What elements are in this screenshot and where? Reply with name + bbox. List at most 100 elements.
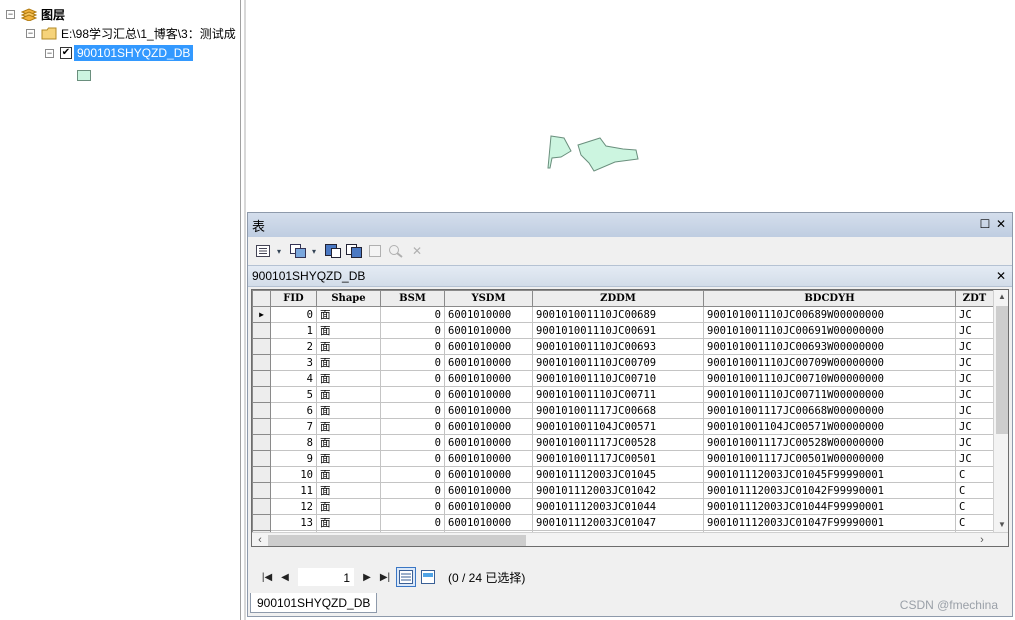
current-record-input[interactable]: 1 [298,568,354,586]
cell-ysdm[interactable]: 6001010000 [444,402,533,419]
select-by-attributes-icon[interactable] [324,242,342,260]
column-header-fid[interactable]: FID [270,290,317,307]
cell-bdcdyh[interactable]: 900101112003JC01042F99990001 [703,482,956,499]
table-row[interactable]: 4 面 0 6001010000 900101001110JC00710 90010100… [252,370,994,387]
cell-zdt[interactable]: JC [955,322,994,339]
cell-fid[interactable]: 2 [270,338,317,355]
toc-layer-row[interactable]: − ✔ 900101SHYQZD_DB [45,44,194,62]
cell-zddm[interactable]: 900101001104JC00571 [532,418,704,435]
cell-shape[interactable]: 面 [316,450,381,467]
toc-root-row[interactable]: − 图层 [6,5,65,23]
scroll-right-icon[interactable]: › [974,533,990,546]
cell-zdt[interactable]: C [955,482,994,499]
cell-ysdm[interactable]: 6001010000 [444,370,533,387]
cell-bdcdyh[interactable]: 900101001110JC00709W00000000 [703,354,956,371]
horizontal-scrollbar[interactable]: ‹ › [252,532,1008,546]
cell-zdt[interactable]: JC [955,402,994,419]
cell-zdt[interactable]: JC [955,418,994,435]
cell-fid[interactable]: 8 [270,434,317,451]
column-header-shape[interactable]: Shape [316,290,381,307]
table-options-icon[interactable] [254,242,272,260]
vertical-scroll-thumb[interactable] [996,306,1008,434]
table-row[interactable]: ▶ 0 面 0 6001010000 900101001110JC00689 9001010… [252,306,994,323]
cell-bdcdyh[interactable]: 900101001117JC00668W00000000 [703,402,956,419]
cell-bdcdyh[interactable]: 900101001110JC00689W00000000 [703,306,956,323]
cell-bsm[interactable]: 0 [380,466,445,483]
table-row[interactable]: 5 面 0 6001010000 900101001110JC00711 90010100… [252,386,994,403]
table-row[interactable]: 13 面 0 6001010000 900101112003JC01047 9001011… [252,514,994,531]
row-selector[interactable] [252,434,271,451]
cell-bdcdyh[interactable]: 900101112003JC01044F99990001 [703,498,956,515]
scroll-up-icon[interactable]: ▲ [994,290,1008,304]
collapse-icon[interactable]: − [45,48,54,58]
close-icon[interactable]: ✕ [994,217,1008,231]
next-record-icon[interactable]: ▶ [358,568,376,586]
scroll-left-icon[interactable]: ‹ [252,533,268,546]
table-row[interactable]: 8 面 0 6001010000 900101001117JC00528 90010100… [252,434,994,451]
cell-shape[interactable]: 面 [316,306,381,323]
cell-shape[interactable]: 面 [316,434,381,451]
row-selector[interactable] [252,370,271,387]
cell-zddm[interactable]: 900101001110JC00711 [532,386,704,403]
table-row[interactable]: 12 面 0 6001010000 900101112003JC01044 9001011… [252,498,994,515]
column-header-ysdm[interactable]: YSDM [444,290,533,307]
cell-ysdm[interactable]: 6001010000 [444,498,533,515]
cell-zdt[interactable]: JC [955,386,994,403]
cell-ysdm[interactable]: 6001010000 [444,450,533,467]
cell-bdcdyh[interactable]: 900101001110JC00691W00000000 [703,322,956,339]
cell-zddm[interactable]: 900101112003JC01047 [532,514,704,531]
show-selected-records-icon[interactable] [418,567,438,587]
cell-zdt[interactable]: JC [955,338,994,355]
collapse-icon[interactable]: − [6,9,15,19]
table-row[interactable]: 1 面 0 6001010000 900101001110JC00691 90010100… [252,322,994,339]
cell-fid[interactable]: 13 [270,514,317,531]
table-bottom-tab[interactable]: 900101SHYQZD_DB [250,593,378,613]
cell-ysdm[interactable]: 6001010000 [444,482,533,499]
cell-zddm[interactable]: 900101001117JC00668 [532,402,704,419]
cell-bdcdyh[interactable]: 900101112003JC01046F00010001 [704,547,956,548]
zoom-to-selected-icon[interactable] [387,242,405,260]
close-tab-icon[interactable]: ✕ [996,269,1006,283]
cell-zddm[interactable]: 900101001110JC00689 [532,306,704,323]
cell-fid[interactable]: 0 [270,306,317,323]
row-selector[interactable] [252,386,271,403]
cell-bdcdyh[interactable]: 900101001110JC00711W00000000 [703,386,956,403]
cell-ysdm[interactable]: 6001010000 [444,514,533,531]
cell-zdt[interactable]: C [955,466,994,483]
cell-bsm[interactable]: 0 [380,338,445,355]
show-all-records-icon[interactable] [396,567,416,587]
cell-zdt[interactable]: JC [955,434,994,451]
cell-bdcdyh[interactable]: 900101112003JC01047F99990001 [703,514,956,531]
cell-shape[interactable]: 面 [316,322,381,339]
first-record-icon[interactable]: |◀ [258,568,276,586]
cell-bdcdyh[interactable]: 900101001117JC00501W00000000 [703,450,956,467]
cell-bsm[interactable]: 0 [380,418,445,435]
cell-fid[interactable]: 15 [271,547,317,548]
cell-fid[interactable]: 9 [270,450,317,467]
cell-bdcdyh[interactable]: 900101001110JC00710W00000000 [703,370,956,387]
cell-zdt[interactable]: C [955,514,994,531]
cell-ysdm[interactable]: 6001010000 [444,306,533,323]
row-selector[interactable] [252,514,271,531]
cell-bsm[interactable]: 0 [380,322,445,339]
cell-fid[interactable]: 3 [270,354,317,371]
cell-fid[interactable]: 4 [270,370,317,387]
cell-shape[interactable]: 面 [316,354,381,371]
cell-shape[interactable]: 面 [316,338,381,355]
layer-visibility-checkbox[interactable]: ✔ [60,47,72,59]
cell-zdt[interactable]: JC [955,370,994,387]
switch-selection-icon[interactable] [345,242,363,260]
collapse-icon[interactable]: − [26,28,35,38]
chevron-down-icon[interactable]: ▾ [275,242,283,260]
cell-zddm[interactable]: 900101001117JC00528 [532,434,704,451]
row-selector[interactable] [252,450,271,467]
related-tables-icon[interactable] [289,242,307,260]
row-selector[interactable] [252,322,271,339]
row-selector[interactable] [252,402,271,419]
table-row[interactable]: 2 面 0 6001010000 900101001110JC00693 90010100… [252,338,994,355]
cell-bdcdyh[interactable]: 900101001110JC00693W00000000 [703,338,956,355]
table-row[interactable]: 3 面 0 6001010000 900101001110JC00709 90010100… [252,354,994,371]
cell-fid[interactable]: 10 [270,466,317,483]
cell-zddm[interactable]: 900101112003JC01046 [533,547,704,548]
vertical-scrollbar[interactable]: ▲ ▼ [993,290,1008,532]
